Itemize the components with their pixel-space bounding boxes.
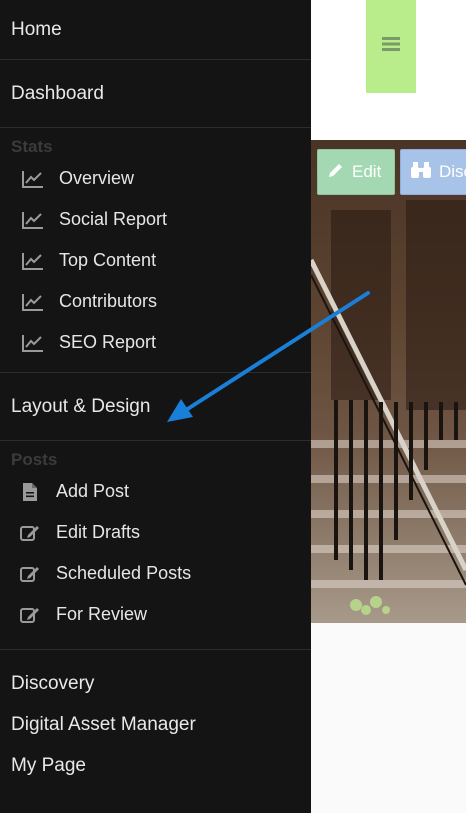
discover-button[interactable]: Disc (400, 149, 466, 195)
line-chart-icon (21, 210, 45, 230)
edit-square-icon (20, 523, 40, 543)
sidebar: Home Dashboard Stats Overview Social Rep… (0, 0, 311, 813)
nav-my-page[interactable]: My Page (0, 745, 311, 786)
stats-section: Stats Overview Social Report Top Content… (0, 128, 311, 373)
line-chart-icon (21, 333, 45, 353)
stats-heading: Stats (11, 137, 53, 156)
bottom-nav: Discovery Digital Asset Manager My Page (0, 650, 311, 786)
sidebar-item-overview[interactable]: Overview (0, 158, 311, 199)
document-icon (20, 482, 40, 502)
sidebar-item-label: Contributors (59, 291, 158, 311)
sidebar-item-social-report[interactable]: Social Report (0, 199, 311, 240)
binoculars-icon (411, 161, 439, 184)
sidebar-item-label: Add Post (56, 481, 130, 501)
sidebar-item-label: Overview (59, 168, 135, 188)
sidebar-item-label: Top Content (59, 250, 157, 270)
sidebar-item-for-review[interactable]: For Review (0, 594, 311, 635)
line-chart-icon (21, 292, 45, 312)
sidebar-item-label: SEO Report (59, 332, 157, 352)
sidebar-item-top-content[interactable]: Top Content (0, 240, 311, 281)
edit-square-icon (20, 605, 40, 625)
line-chart-icon (21, 251, 45, 271)
nav-discovery[interactable]: Discovery (0, 663, 311, 704)
discover-button-label: Disc (439, 162, 466, 181)
nav-digital-asset-manager[interactable]: Digital Asset Manager (0, 704, 311, 745)
hero-image (311, 140, 466, 623)
nav-discovery-label: Discovery (11, 672, 95, 694)
nav-my-page-label: My Page (11, 754, 86, 776)
nav-digital-asset-manager-label: Digital Asset Manager (11, 713, 196, 735)
sidebar-item-label: For Review (56, 604, 148, 624)
top-bar (311, 0, 466, 140)
sidebar-item-contributors[interactable]: Contributors (0, 281, 311, 322)
stair-railing (311, 258, 466, 615)
nav-layout-design[interactable]: Layout & Design (0, 373, 311, 441)
line-chart-icon (21, 169, 45, 189)
nav-dashboard[interactable]: Dashboard (0, 60, 311, 128)
main-content: Edit Disc (311, 0, 466, 813)
edit-button-label: Edit (352, 162, 382, 181)
menu-toggle-button[interactable] (366, 0, 416, 93)
posts-heading: Posts (11, 450, 58, 469)
posts-section: Posts Add Post Edit Drafts Scheduled Pos… (0, 441, 311, 650)
sidebar-item-label: Scheduled Posts (56, 563, 192, 583)
pencil-icon (328, 162, 352, 183)
sidebar-item-seo-report[interactable]: SEO Report (0, 322, 311, 363)
edit-button[interactable]: Edit (317, 149, 395, 195)
sidebar-item-edit-drafts[interactable]: Edit Drafts (0, 512, 311, 553)
hamburger-icon (382, 37, 400, 56)
sidebar-item-label: Social Report (59, 209, 168, 229)
sidebar-item-scheduled-posts[interactable]: Scheduled Posts (0, 553, 311, 594)
nav-home[interactable]: Home (0, 0, 311, 60)
sidebar-item-label: Edit Drafts (56, 522, 141, 542)
nav-home-label: Home (11, 18, 62, 40)
nav-layout-design-label: Layout & Design (11, 395, 151, 417)
nav-dashboard-label: Dashboard (11, 82, 104, 104)
edit-square-icon (20, 564, 40, 584)
sidebar-item-add-post[interactable]: Add Post (0, 471, 311, 512)
